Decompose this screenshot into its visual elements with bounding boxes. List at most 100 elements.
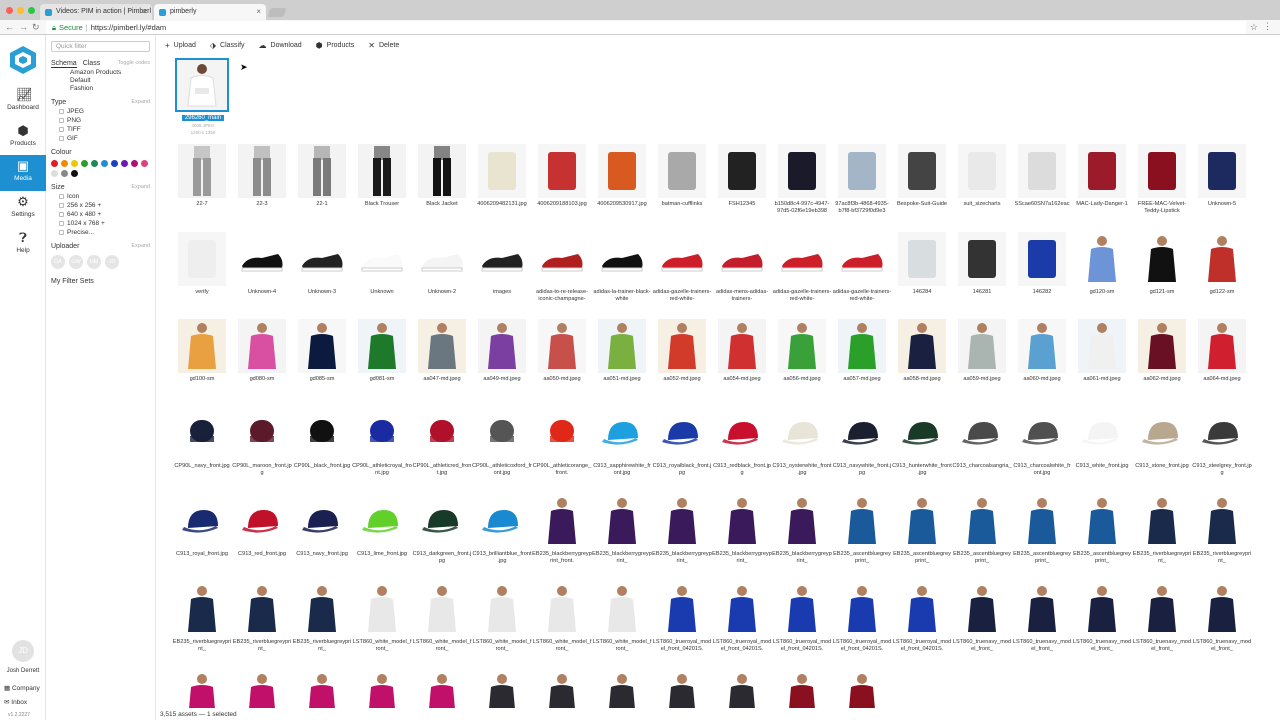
asset-thumbnail[interactable] [1018, 582, 1066, 636]
asset-tile[interactable]: C913_white_front.jpg [1072, 406, 1132, 492]
asset-thumbnail[interactable] [958, 406, 1006, 460]
colour-swatch[interactable] [61, 160, 68, 167]
asset-thumbnail[interactable] [838, 144, 886, 198]
asset-thumbnail[interactable] [718, 144, 766, 198]
asset-tile[interactable] [172, 670, 232, 708]
asset-thumbnail[interactable] [658, 406, 706, 460]
asset-thumbnail[interactable] [1138, 232, 1186, 286]
type-option[interactable]: PNG [51, 117, 150, 124]
asset-thumbnail[interactable] [238, 406, 286, 460]
asset-tile[interactable]: CP90L_athleticroyal_front.jpg [352, 406, 412, 492]
asset-tile[interactable] [652, 670, 712, 708]
asset-tile[interactable]: verify [172, 232, 232, 318]
asset-thumbnail[interactable] [1018, 494, 1066, 548]
asset-thumbnail[interactable] [238, 494, 286, 548]
colour-swatch[interactable] [141, 160, 148, 167]
size-option[interactable]: Icon [51, 193, 150, 200]
asset-thumbnail[interactable] [598, 494, 646, 548]
asset-tile[interactable]: aa049-md.jpeg [472, 319, 532, 405]
asset-tile[interactable]: EB235_riverbluegreyprint_ [1132, 494, 1192, 580]
asset-thumbnail[interactable] [358, 582, 406, 636]
asset-tile[interactable]: CP90L_maroon_front.jpg [232, 406, 292, 492]
asset-thumbnail[interactable] [898, 494, 946, 548]
asset-tile[interactable]: gd122-sm [1192, 232, 1252, 318]
asset-thumbnail[interactable] [1138, 582, 1186, 636]
asset-tile[interactable]: aa061-md.jpeg [1072, 319, 1132, 405]
asset-tile[interactable]: LST860_trueroyal_model_front_04201S. [652, 582, 712, 668]
asset-thumbnail[interactable] [838, 494, 886, 548]
asset-tile[interactable]: EB235_riverbluegreyprint_ [1192, 494, 1252, 580]
bookmark-star-icon[interactable]: ☆ [1250, 22, 1258, 33]
asset-thumbnail[interactable] [1198, 494, 1246, 548]
asset-tile[interactable]: 146281 [952, 232, 1012, 318]
asset-thumbnail[interactable] [358, 494, 406, 548]
asset-thumbnail[interactable] [298, 494, 346, 548]
asset-thumbnail[interactable] [298, 406, 346, 460]
asset-tile[interactable]: C913_charcoalwhite_front.jpg [1012, 406, 1072, 492]
asset-thumbnail[interactable] [658, 319, 706, 373]
asset-tile[interactable]: LST860_white_model_front_ [412, 582, 472, 668]
asset-tile[interactable]: aa058-md.jpeg [892, 319, 952, 405]
asset-thumbnail[interactable] [838, 670, 886, 708]
asset-tile[interactable]: CP90L_navy_front.jpg [172, 406, 232, 492]
asset-tile[interactable]: gd081-sm [352, 319, 412, 405]
asset-tile[interactable]: aa051-md.jpeg [592, 319, 652, 405]
asset-thumbnail[interactable] [358, 232, 406, 286]
asset-tile[interactable]: 4006209482131.jpg [472, 144, 532, 230]
checkbox[interactable] [59, 194, 64, 199]
colour-swatch[interactable] [51, 170, 58, 177]
browser-menu-icon[interactable]: ⋮ [1263, 21, 1272, 32]
checkbox[interactable] [59, 136, 64, 141]
asset-thumbnail[interactable] [658, 494, 706, 548]
asset-tile[interactable]: Unknown-4 [232, 232, 292, 318]
new-tab-button[interactable] [267, 8, 287, 17]
inbox-link[interactable]: ✉ Inbox [4, 698, 27, 706]
asset-tile[interactable]: suit_sizecharts [952, 144, 1012, 230]
asset-tile[interactable]: gd085-sm [292, 319, 352, 405]
asset-thumbnail[interactable] [778, 144, 826, 198]
asset-thumbnail[interactable] [1078, 494, 1126, 548]
asset-thumbnail[interactable] [418, 232, 466, 286]
asset-thumbnail[interactable] [718, 406, 766, 460]
asset-thumbnail[interactable] [478, 406, 526, 460]
asset-tile[interactable]: LST860_truenavy_model_front_ [952, 582, 1012, 668]
asset-tile[interactable]: C913_royal_front.jpg [172, 494, 232, 580]
checkbox[interactable] [59, 127, 64, 132]
asset-tile[interactable]: aa054-md.jpeg [712, 319, 772, 405]
size-option[interactable]: 640 x 480 + [51, 211, 150, 218]
asset-tile[interactable]: CP90L_athleticorange_front. [532, 406, 592, 492]
asset-thumbnail[interactable] [838, 319, 886, 373]
nav-settings[interactable]: ⚙ Settings [0, 191, 46, 227]
user-avatar[interactable]: JD [12, 640, 34, 662]
asset-thumbnail[interactable] [1198, 319, 1246, 373]
colour-swatch[interactable] [51, 160, 58, 167]
asset-tile[interactable]: 22-7 [172, 144, 232, 230]
asset-thumbnail[interactable] [1018, 232, 1066, 286]
size-option[interactable]: 1024 x 768 + [51, 220, 150, 227]
asset-tile[interactable]: 146282 [1012, 232, 1072, 318]
asset-tile[interactable]: EB235_ascentbluegreyprint_ [1072, 494, 1132, 580]
asset-thumbnail[interactable] [778, 670, 826, 708]
asset-thumbnail[interactable] [778, 319, 826, 373]
asset-thumbnail[interactable] [898, 406, 946, 460]
asset-thumbnail[interactable] [298, 670, 346, 708]
checkbox[interactable] [59, 230, 64, 235]
nav-dashboard[interactable]: 📈︎ Dashboard [0, 84, 46, 120]
products-button[interactable]: ⬢ Products [316, 41, 355, 50]
asset-thumbnail[interactable] [958, 144, 1006, 198]
checkbox[interactable] [59, 118, 64, 123]
nav-media[interactable]: ▣ Media [0, 155, 46, 191]
asset-thumbnail[interactable] [178, 319, 226, 373]
asset-tile[interactable]: LST860_truenavy_model_front_ [1072, 582, 1132, 668]
schema-tab[interactable]: Schema [51, 60, 77, 68]
asset-thumbnail[interactable] [958, 319, 1006, 373]
asset-tile[interactable]: C913_red_front.jpg [232, 494, 292, 580]
asset-thumbnail[interactable] [958, 582, 1006, 636]
asset-tile[interactable] [472, 670, 532, 708]
download-button[interactable]: ☁ Download [259, 41, 302, 50]
asset-thumbnail[interactable] [418, 582, 466, 636]
asset-tile[interactable]: gd100-sm [172, 319, 232, 405]
asset-tile[interactable]: EB235_blackberrygreyprint_ [772, 494, 832, 580]
asset-tile[interactable]: CP90L_black_front.jpg [292, 406, 352, 492]
asset-tile[interactable]: EB235_ascentbluegreyprint_ [1012, 494, 1072, 580]
